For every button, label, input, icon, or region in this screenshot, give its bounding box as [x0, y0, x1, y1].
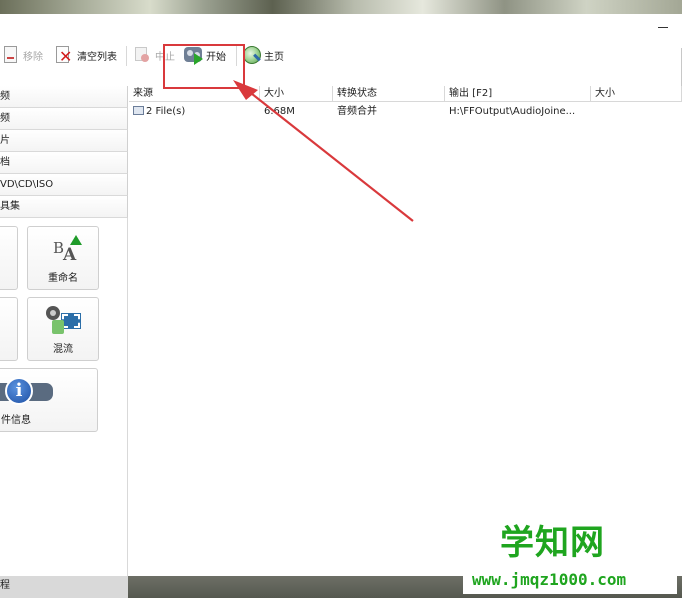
rename-tool-tile[interactable]: BA 重命名: [27, 226, 99, 290]
remove-button[interactable]: 移除: [0, 42, 43, 68]
info-icon: i: [0, 377, 55, 405]
tool-tile-partial[interactable]: [0, 297, 18, 361]
media-info-tool-tile[interactable]: i 件信息: [0, 368, 98, 432]
category-rom-device[interactable]: VD\CD\ISO: [0, 174, 128, 196]
rename-icon: BA: [53, 235, 82, 265]
column-header-size[interactable]: 大小: [260, 86, 333, 102]
category-toolbox[interactable]: 具集: [0, 196, 128, 218]
clear-list-icon: ✕: [54, 44, 74, 66]
column-header-status[interactable]: 转换状态: [333, 86, 445, 102]
table-row[interactable]: 2 File(s) 6.68M 音频合并 H:\FFOutput\AudioJo…: [129, 103, 682, 121]
task-list: 来源 大小 转换状态 输出 [F2] 大小 2 File(s) 6.68M 音频…: [129, 86, 682, 576]
home-button[interactable]: 主页: [241, 42, 284, 68]
desktop-wallpaper: [0, 0, 682, 14]
media-info-label: 件信息: [1, 415, 31, 426]
document-icon: [0, 44, 20, 66]
row-status: 音频合并: [337, 106, 377, 117]
watermark-url: www.jmqz1000.com: [472, 570, 627, 589]
mux-tool-tile[interactable]: 混流: [27, 297, 99, 361]
toolbar-divider: [126, 46, 127, 66]
category-audio[interactable]: 频: [0, 86, 128, 108]
row-output: H:\FFOutput\AudioJoine...: [449, 106, 576, 117]
remove-label: 移除: [23, 51, 43, 63]
category-video[interactable]: 频: [0, 108, 128, 130]
mux-icon: [44, 306, 84, 338]
left-panel: 频 频 片 档 VD\CD\ISO 具集 BA 重命名 混流 i 件信息: [0, 86, 128, 576]
row-size: 6.68M: [264, 106, 295, 117]
tool-tile-partial[interactable]: [0, 226, 18, 290]
watermark-title: 学知网: [500, 523, 605, 563]
status-text: 程: [0, 576, 128, 598]
file-icon: [133, 106, 144, 115]
category-picture[interactable]: 片: [0, 130, 128, 152]
column-header-output[interactable]: 输出 [F2]: [445, 86, 591, 102]
clear-list-label: 清空列表: [77, 51, 117, 63]
column-header-output-size[interactable]: 大小: [591, 86, 682, 102]
start-button-highlight: [163, 44, 245, 89]
row-source: 2 File(s): [129, 103, 260, 121]
rename-label: 重命名: [48, 273, 78, 284]
category-document[interactable]: 档: [0, 152, 128, 174]
stop-icon: [132, 44, 152, 66]
mux-label: 混流: [53, 344, 73, 355]
clear-list-button[interactable]: ✕ 清空列表: [54, 42, 117, 68]
row-output-size: [591, 103, 682, 121]
home-label: 主页: [264, 51, 284, 63]
toolbar: 移除 ✕ 清空列表 中止 开始 主页: [0, 38, 682, 72]
minimize-button[interactable]: [658, 27, 668, 28]
